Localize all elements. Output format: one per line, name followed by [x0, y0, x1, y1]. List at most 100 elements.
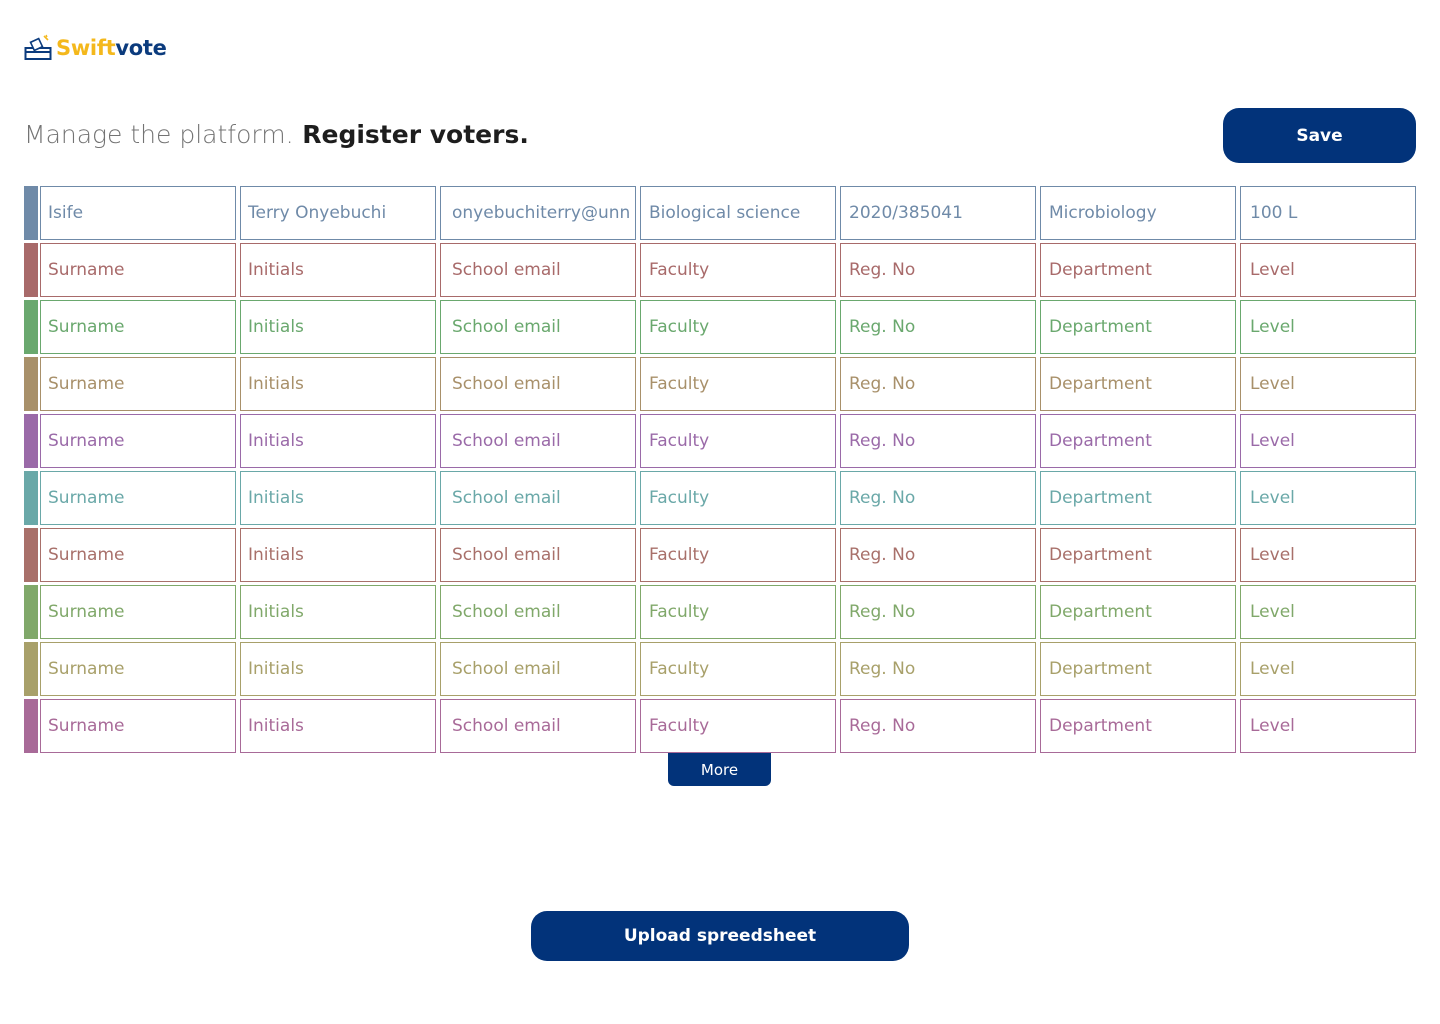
reg-no-field[interactable]: Reg. No [840, 357, 1036, 411]
surname-field[interactable]: Surname [40, 300, 236, 354]
level-field[interactable]: 100 L [1240, 186, 1416, 240]
more-button[interactable]: More [668, 753, 771, 786]
surname-field[interactable]: Surname [40, 243, 236, 297]
faculty-field[interactable]: Faculty [640, 585, 836, 639]
table-row: Surname Initials School email Faculty Reg. N… [24, 585, 1416, 639]
brand-name: Swiftvote [56, 35, 167, 60]
swiftvote-logo[interactable]: Swiftvote [24, 34, 167, 62]
voter-registration-table: Isife Terry Onyebuchi onyebuchiterry@unn Bi… [24, 186, 1416, 756]
surname-field[interactable]: Surname [40, 357, 236, 411]
initials-field[interactable]: Initials [240, 699, 436, 753]
faculty-field[interactable]: Faculty [640, 699, 836, 753]
school-email-field[interactable]: School email [440, 357, 636, 411]
reg-no-field[interactable]: Reg. No [840, 585, 1036, 639]
row-color-marker [24, 585, 38, 639]
initials-field[interactable]: Initials [240, 357, 436, 411]
table-row: Surname Initials School email Faculty Reg. N… [24, 300, 1416, 354]
initials-field[interactable]: Initials [240, 528, 436, 582]
reg-no-field[interactable]: Reg. No [840, 243, 1036, 297]
surname-field[interactable]: Isife [40, 186, 236, 240]
initials-field[interactable]: Terry Onyebuchi [240, 186, 436, 240]
school-email-field[interactable]: School email [440, 642, 636, 696]
row-color-marker [24, 414, 38, 468]
level-field[interactable]: Level [1240, 528, 1416, 582]
brand-name-vote: vote [115, 35, 167, 60]
surname-field[interactable]: Surname [40, 699, 236, 753]
faculty-field[interactable]: Faculty [640, 357, 836, 411]
initials-field[interactable]: Initials [240, 414, 436, 468]
level-field[interactable]: Level [1240, 414, 1416, 468]
faculty-field[interactable]: Faculty [640, 414, 836, 468]
initials-field[interactable]: Initials [240, 243, 436, 297]
faculty-field[interactable]: Faculty [640, 243, 836, 297]
department-field[interactable]: Department [1040, 414, 1236, 468]
table-row: Surname Initials School email Faculty Reg. N… [24, 357, 1416, 411]
table-row: Surname Initials School email Faculty Reg. N… [24, 528, 1416, 582]
surname-field[interactable]: Surname [40, 528, 236, 582]
school-email-field[interactable]: School email [440, 300, 636, 354]
reg-no-field[interactable]: Reg. No [840, 528, 1036, 582]
faculty-field[interactable]: Faculty [640, 642, 836, 696]
department-field[interactable]: Department [1040, 471, 1236, 525]
level-field[interactable]: Level [1240, 585, 1416, 639]
table-row: Surname Initials School email Faculty Reg. N… [24, 642, 1416, 696]
surname-field[interactable]: Surname [40, 414, 236, 468]
faculty-field[interactable]: Faculty [640, 528, 836, 582]
page-title: Manage the platform. Register voters. [24, 118, 529, 152]
school-email-field[interactable]: School email [440, 528, 636, 582]
level-field[interactable]: Level [1240, 243, 1416, 297]
reg-no-field[interactable]: Reg. No [840, 300, 1036, 354]
table-row: Surname Initials School email Faculty Reg. N… [24, 471, 1416, 525]
department-field[interactable]: Department [1040, 357, 1236, 411]
department-field[interactable]: Microbiology [1040, 186, 1236, 240]
initials-field[interactable]: Initials [240, 585, 436, 639]
level-field[interactable]: Level [1240, 357, 1416, 411]
reg-no-field[interactable]: Reg. No [840, 642, 1036, 696]
reg-no-field[interactable]: 2020/385041 [840, 186, 1036, 240]
school-email-field[interactable]: School email [440, 471, 636, 525]
upload-spreadsheet-button[interactable]: Upload spreedsheet [531, 911, 909, 961]
school-email-field[interactable]: School email [440, 699, 636, 753]
table-row: Surname Initials School email Faculty Reg. N… [24, 243, 1416, 297]
reg-no-field[interactable]: Reg. No [840, 699, 1036, 753]
department-field[interactable]: Department [1040, 243, 1236, 297]
row-color-marker [24, 642, 38, 696]
school-email-field[interactable]: onyebuchiterry@unn [440, 186, 636, 240]
surname-field[interactable]: Surname [40, 471, 236, 525]
table-row: Surname Initials School email Faculty Reg. N… [24, 699, 1416, 753]
initials-field[interactable]: Initials [240, 471, 436, 525]
row-color-marker [24, 300, 38, 354]
faculty-field[interactable]: Biological science [640, 186, 836, 240]
table-row: Surname Initials School email Faculty Reg. N… [24, 414, 1416, 468]
department-field[interactable]: Department [1040, 300, 1236, 354]
level-field[interactable]: Level [1240, 699, 1416, 753]
initials-field[interactable]: Initials [240, 642, 436, 696]
page-title-strong: Register voters. [302, 120, 529, 149]
school-email-field[interactable]: School email [440, 414, 636, 468]
page-title-light: Manage the platform. [24, 120, 294, 149]
surname-field[interactable]: Surname [40, 642, 236, 696]
reg-no-field[interactable]: Reg. No [840, 414, 1036, 468]
level-field[interactable]: Level [1240, 471, 1416, 525]
faculty-field[interactable]: Faculty [640, 300, 836, 354]
row-color-marker [24, 243, 38, 297]
department-field[interactable]: Department [1040, 528, 1236, 582]
faculty-field[interactable]: Faculty [640, 471, 836, 525]
row-color-marker [24, 699, 38, 753]
initials-field[interactable]: Initials [240, 300, 436, 354]
reg-no-field[interactable]: Reg. No [840, 471, 1036, 525]
row-color-marker [24, 471, 38, 525]
row-color-marker [24, 186, 38, 240]
level-field[interactable]: Level [1240, 300, 1416, 354]
table-row: Isife Terry Onyebuchi onyebuchiterry@unn Bi… [24, 186, 1416, 240]
save-button[interactable]: Save [1223, 108, 1416, 163]
level-field[interactable]: Level [1240, 642, 1416, 696]
school-email-field[interactable]: School email [440, 243, 636, 297]
department-field[interactable]: Department [1040, 642, 1236, 696]
ballot-box-icon [24, 34, 52, 62]
department-field[interactable]: Department [1040, 585, 1236, 639]
department-field[interactable]: Department [1040, 699, 1236, 753]
surname-field[interactable]: Surname [40, 585, 236, 639]
brand-name-swift: Swift [56, 35, 116, 60]
school-email-field[interactable]: School email [440, 585, 636, 639]
